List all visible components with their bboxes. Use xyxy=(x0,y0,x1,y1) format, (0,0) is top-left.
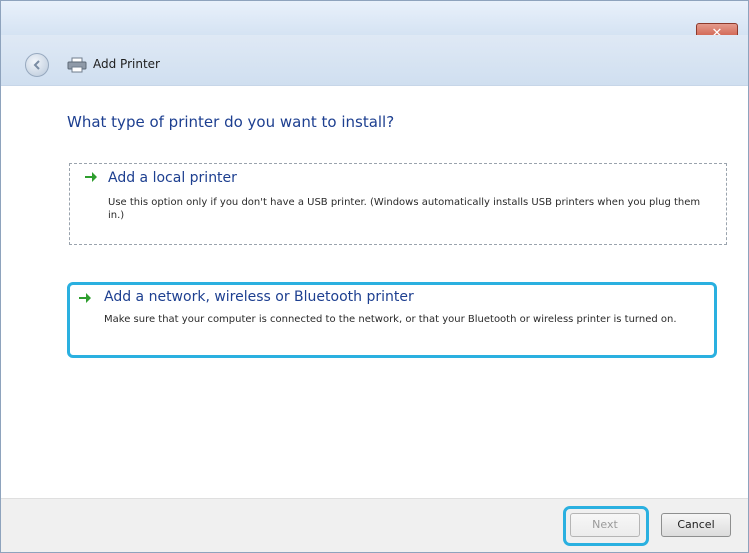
printer-icon xyxy=(67,57,87,73)
add-printer-window: ✕ Add Printer What type of printer do yo… xyxy=(0,0,749,553)
option-description: Use this option only if you don't have a… xyxy=(108,197,701,221)
add-local-printer-option[interactable]: Add a local printer Use this option only… xyxy=(69,163,727,245)
back-arrow-icon xyxy=(33,60,40,70)
page-heading: What type of printer do you want to inst… xyxy=(67,113,395,131)
dialog-footer: Next Cancel xyxy=(1,498,748,552)
cancel-button[interactable]: Cancel xyxy=(661,513,731,537)
option-description: Make sure that your computer is connecte… xyxy=(104,314,677,325)
back-button[interactable] xyxy=(25,53,49,77)
option-title: Add a local printer xyxy=(108,170,237,186)
next-button[interactable]: Next xyxy=(570,513,640,537)
window-title: Add Printer xyxy=(93,57,160,71)
add-network-printer-option[interactable]: Add a network, wireless or Bluetooth pri… xyxy=(67,282,717,358)
title-bar: ✕ xyxy=(1,1,748,45)
navigation-bar: Add Printer xyxy=(1,35,748,86)
option-title: Add a network, wireless or Bluetooth pri… xyxy=(104,289,414,305)
green-arrow-icon xyxy=(79,293,91,303)
green-arrow-icon xyxy=(85,172,97,182)
